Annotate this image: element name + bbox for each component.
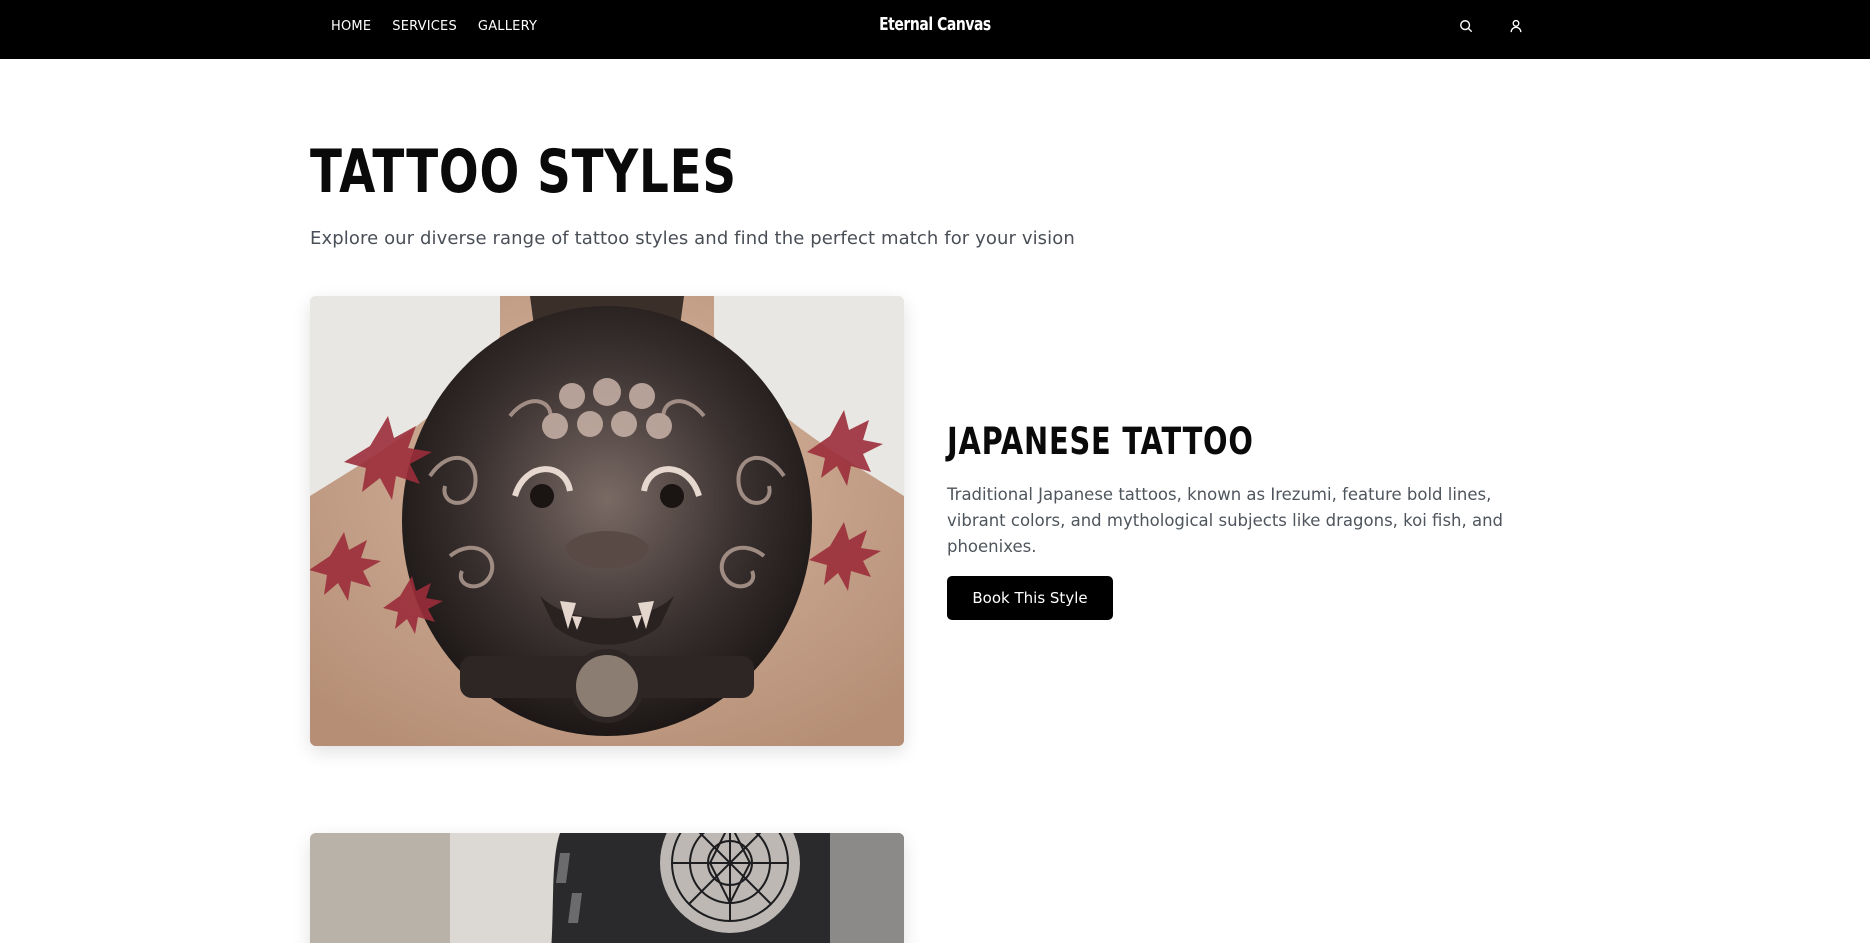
style-description: Traditional Japanese tattoos, known as I… [947, 485, 1504, 556]
brand-name: Eternal Canvas [879, 14, 991, 35]
style-title: JAPANESE TATTOO [947, 418, 1340, 466]
japanese-tattoo-illustration [310, 296, 904, 746]
site-logo[interactable]: Eternal Canvas [0, 14, 1870, 35]
user-icon[interactable] [1507, 17, 1525, 35]
style-title-text: JAPANESE TATTOO [947, 420, 1254, 463]
page-title: TATTOO STYLES [310, 136, 857, 208]
geometric-tattoo-illustration [310, 833, 904, 943]
page-subtitle: Explore our diverse range of tattoo styl… [310, 228, 1075, 249]
site-header: HOME SERVICES GALLERY Eternal Canvas [0, 0, 1870, 59]
japanese-tattoo-image [310, 296, 904, 746]
search-icon[interactable] [1457, 17, 1475, 35]
book-style-button[interactable]: Book This Style [947, 576, 1113, 620]
page-title-text: TATTOO STYLES [310, 137, 737, 207]
next-style-image [310, 833, 904, 943]
